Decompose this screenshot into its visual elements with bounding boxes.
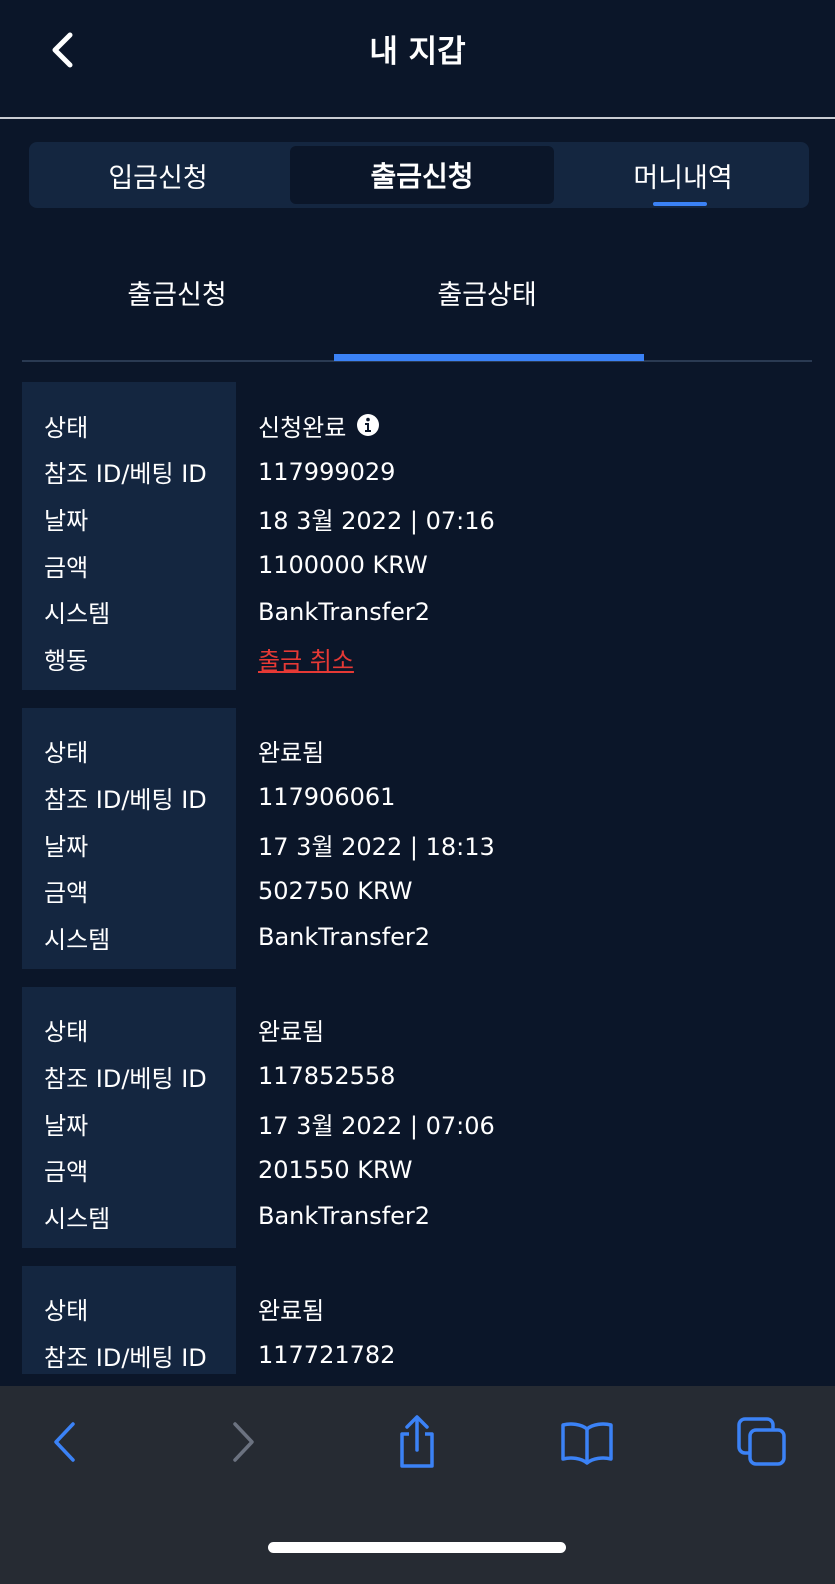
status-value: 완료됨 bbox=[258, 739, 325, 768]
cancel-withdrawal-link[interactable]: 출금 취소 bbox=[258, 641, 354, 676]
record-row-amount: 금액 201550 KRW bbox=[22, 1146, 812, 1193]
date-value: 18 3월 2022 | 07:16 bbox=[258, 506, 495, 535]
status-value: 완료됨 bbox=[258, 1018, 325, 1047]
date-value: 17 3월 2022 | 18:13 bbox=[258, 832, 495, 861]
withdrawal-record: 상태 완료됨 참조 ID/베팅 ID 117852558 날짜 17 3월 20… bbox=[22, 986, 812, 1248]
bookmarks-button[interactable] bbox=[557, 1414, 617, 1474]
record-row-amount: 금액 502750 KRW bbox=[22, 867, 812, 914]
withdrawal-record: 상태 완료됨 참조 ID/베팅 ID 117906061 날짜 17 3월 20… bbox=[22, 707, 812, 969]
system-value: BankTransfer2 bbox=[258, 1202, 431, 1231]
withdrawal-record: 상태 신청완료 참조 ID/베팅 ID 117999029 날짜 18 3월 2… bbox=[22, 382, 812, 690]
status-label: 상태 bbox=[44, 739, 89, 768]
chevron-right-icon bbox=[229, 1420, 259, 1468]
tab-withdraw-request[interactable]: 출금신청 bbox=[290, 146, 707, 206]
tabs-icon bbox=[735, 1415, 789, 1473]
amount-value: 502750 KRW bbox=[258, 876, 413, 905]
record-row-date: 날짜 17 3월 2022 | 07:06 bbox=[22, 1100, 812, 1147]
record-row-system: 시스템 BankTransfer2 bbox=[22, 1193, 812, 1240]
amount-value: 1100000 KRW bbox=[258, 551, 428, 580]
record-row-date: 날짜 18 3월 2022 | 07:16 bbox=[22, 495, 812, 542]
ref-id-label: 참조 ID/베팅 ID bbox=[44, 785, 207, 814]
ref-id-label: 참조 ID/베팅 ID bbox=[44, 1343, 207, 1372]
tab-money-history[interactable]: 머니내역 bbox=[557, 146, 809, 204]
record-row-ref-id: 참조 ID/베팅 ID 117999029 bbox=[22, 449, 812, 496]
amount-label: 금액 bbox=[44, 553, 89, 582]
system-label: 시스템 bbox=[44, 1204, 111, 1233]
tab-deposit-request[interactable]: 입금신청 bbox=[29, 146, 287, 204]
status-label: 상태 bbox=[44, 1297, 89, 1326]
action-value-wrap: 출금 취소 bbox=[258, 641, 354, 676]
status-label: 상태 bbox=[44, 413, 89, 442]
browser-back-button[interactable] bbox=[34, 1414, 94, 1474]
active-subtab-indicator bbox=[334, 354, 644, 361]
system-label: 시스템 bbox=[44, 925, 111, 954]
record-row-status: 상태 완료됨 bbox=[22, 1007, 812, 1054]
withdrawal-record: 상태 완료됨 참조 ID/베팅 ID 117721782 bbox=[22, 1265, 812, 1374]
record-row-status: 상태 완료됨 bbox=[22, 1286, 812, 1333]
share-button[interactable] bbox=[387, 1414, 447, 1474]
info-circle-icon[interactable] bbox=[356, 413, 380, 437]
amount-label: 금액 bbox=[44, 879, 89, 908]
date-label: 날짜 bbox=[44, 832, 89, 861]
record-row-action: 행동 출금 취소 bbox=[22, 635, 812, 682]
withdrawal-records-list[interactable]: 상태 신청완료 참조 ID/베팅 ID 117999029 날짜 18 3월 2… bbox=[22, 382, 812, 1374]
system-label: 시스템 bbox=[44, 600, 111, 629]
record-row-amount: 금액 1100000 KRW bbox=[22, 542, 812, 589]
book-icon bbox=[559, 1419, 615, 1469]
subtab-withdraw-status[interactable]: 출금상태 bbox=[332, 274, 642, 318]
status-label: 상태 bbox=[44, 1018, 89, 1047]
ref-id-value: 117906061 bbox=[258, 783, 396, 812]
record-row-status: 상태 신청완료 bbox=[22, 402, 812, 449]
date-label: 날짜 bbox=[44, 506, 89, 535]
ref-id-value: 117999029 bbox=[258, 457, 396, 486]
record-row-system: 시스템 BankTransfer2 bbox=[22, 588, 812, 635]
status-value-wrap: 신청완료 bbox=[258, 408, 380, 443]
record-row-system: 시스템 BankTransfer2 bbox=[22, 914, 812, 961]
chevron-left-icon bbox=[49, 1420, 79, 1468]
action-label: 행동 bbox=[44, 646, 89, 675]
status-value: 완료됨 bbox=[258, 1297, 325, 1326]
system-value: BankTransfer2 bbox=[258, 597, 431, 626]
withdraw-sub-tabs: 출금신청 출금상태 bbox=[22, 258, 812, 362]
tab-withdraw-request-label: 출금신청 bbox=[370, 160, 474, 193]
ref-id-label: 참조 ID/베팅 ID bbox=[44, 460, 207, 489]
amount-label: 금액 bbox=[44, 1158, 89, 1187]
page: 내 지갑 입금신청 출금신청 머니내역 출금신청 출금상태 상태 신청완료 참조… bbox=[0, 0, 835, 1584]
app-header: 내 지갑 bbox=[0, 0, 835, 118]
record-row-ref-id: 참조 ID/베팅 ID 117906061 bbox=[22, 774, 812, 821]
browser-toolbar bbox=[0, 1386, 835, 1584]
ref-id-label: 참조 ID/베팅 ID bbox=[44, 1064, 207, 1093]
share-icon bbox=[394, 1414, 440, 1474]
subtab-withdraw-request[interactable]: 출금신청 bbox=[22, 274, 332, 318]
ref-id-value: 117852558 bbox=[258, 1062, 396, 1091]
home-indicator bbox=[268, 1542, 566, 1553]
ref-id-value: 117721782 bbox=[258, 1341, 396, 1370]
browser-forward-button[interactable] bbox=[214, 1414, 274, 1474]
record-row-ref-id: 참조 ID/베팅 ID 117721782 bbox=[22, 1332, 812, 1374]
system-value: BankTransfer2 bbox=[258, 923, 431, 952]
date-value: 17 3월 2022 | 07:06 bbox=[258, 1111, 495, 1140]
status-value: 신청완료 bbox=[258, 413, 347, 442]
amount-value: 201550 KRW bbox=[258, 1155, 413, 1184]
record-row-date: 날짜 17 3월 2022 | 18:13 bbox=[22, 821, 812, 868]
date-label: 날짜 bbox=[44, 1111, 89, 1140]
header-divider bbox=[0, 117, 835, 119]
tabs-button[interactable] bbox=[732, 1414, 792, 1474]
record-row-ref-id: 참조 ID/베팅 ID 117852558 bbox=[22, 1053, 812, 1100]
record-row-status: 상태 완료됨 bbox=[22, 728, 812, 775]
wallet-tabs: 입금신청 출금신청 머니내역 bbox=[29, 142, 809, 208]
page-title: 내 지갑 bbox=[369, 34, 466, 70]
